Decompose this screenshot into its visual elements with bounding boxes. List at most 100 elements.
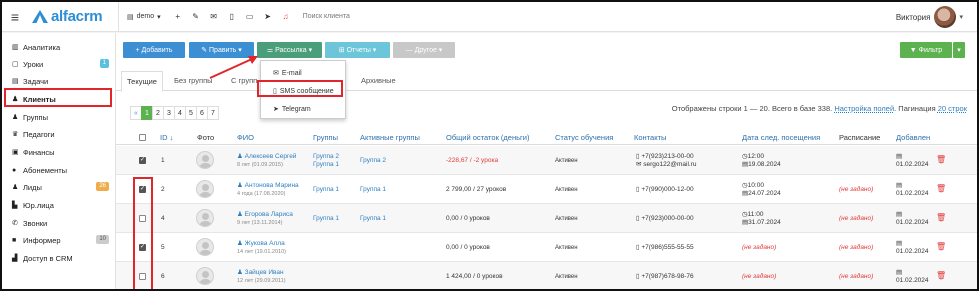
delete-icon[interactable]: 🗑: [936, 271, 946, 280]
table-row[interactable]: 1 ♟ Алексеев Сергей 8 лет (01.09.2015) Г…: [116, 146, 977, 175]
sidebar-item-crm-access[interactable]: ▟ Доступ в CRM: [12, 251, 112, 265]
tab-archive[interactable]: Архивные: [356, 71, 401, 91]
column-header-added[interactable]: Добавлен: [896, 130, 930, 145]
client-age: 12 лет (29.09.2011): [237, 278, 286, 284]
table-row[interactable]: 2 ♟ Антонова Марина 4 года (17.08.2020) …: [116, 175, 977, 204]
client-name-link[interactable]: ♟ Зайцев Иван: [237, 269, 284, 277]
sms-icon[interactable]: ▭: [241, 12, 259, 21]
active-group-link[interactable]: Группа 1: [360, 215, 386, 223]
delete-icon[interactable]: 🗑: [936, 184, 946, 193]
column-header-name[interactable]: ФИО: [237, 130, 254, 145]
client-name-link[interactable]: ♟ Егорова Лариса: [237, 211, 293, 219]
sidebar-item-subscriptions[interactable]: ● Абонементы: [12, 163, 112, 177]
filter-dropdown-button[interactable]: ▾: [953, 42, 965, 58]
other-button[interactable]: — Другое ▾: [393, 42, 455, 58]
client-photo[interactable]: [196, 267, 214, 285]
filter-button[interactable]: ▼ Фильтр: [900, 42, 952, 58]
column-header-contacts[interactable]: Контакты: [634, 130, 666, 145]
field-settings-link[interactable]: Настройка полей: [834, 104, 894, 113]
client-name-link[interactable]: ♟ Алексеев Сергей: [237, 153, 296, 161]
sidebar-item-label: Уроки: [23, 59, 44, 69]
client-id: 1: [161, 157, 165, 164]
clients-highlight-box: [4, 88, 112, 107]
add-button[interactable]: + Добавить: [123, 42, 185, 58]
client-name-link[interactable]: ♟ Антонова Марина: [237, 182, 299, 190]
sidebar-item-tasks[interactable]: ▤ Задачи: [12, 74, 112, 88]
column-header-balance[interactable]: Общий остаток (деньги): [446, 130, 529, 145]
phone-icon[interactable]: ▯: [223, 12, 241, 21]
mailing-button[interactable]: ⚌ Рассылка ▾: [257, 42, 322, 58]
table-row[interactable]: 5 ♟ Жукова Алла 14 лет (19.01.2010) 0,00…: [116, 233, 977, 262]
phone[interactable]: ▯ +7(987)678-98-76: [636, 273, 694, 281]
sidebar-item-informer[interactable]: ■ Информер 10: [12, 233, 112, 247]
client-photo[interactable]: [196, 209, 214, 227]
menu-item-label: Telegram: [281, 105, 311, 113]
client-photo[interactable]: [196, 180, 214, 198]
logo[interactable]: alfacrm: [32, 8, 118, 25]
active-group-link[interactable]: Группа 2: [360, 157, 386, 165]
client-photo[interactable]: [196, 238, 214, 256]
active-group-link[interactable]: Группа 1: [360, 186, 386, 194]
telegram-icon[interactable]: ➤: [259, 12, 277, 21]
client-photo[interactable]: [196, 151, 214, 169]
user-menu[interactable]: Виктория ▾: [896, 6, 963, 28]
delete-icon[interactable]: 🗑: [936, 213, 946, 222]
sidebar-item-lessons[interactable]: ▢ Уроки 1: [12, 57, 112, 71]
leads-badge: 26: [96, 182, 109, 191]
informer-icon: ■: [12, 236, 17, 244]
delete-icon[interactable]: 🗑: [936, 155, 946, 164]
table-row[interactable]: 6 ♟ Зайцев Иван 12 лет (29.09.2011) 1 42…: [116, 262, 977, 289]
client-search-input[interactable]: Поиск клиента: [303, 13, 350, 20]
sidebar-item-leads[interactable]: ♟ Лиды 26: [12, 180, 112, 194]
sidebar-item-teachers[interactable]: ♛ Педагоги: [12, 127, 112, 141]
page-button[interactable]: 7: [207, 106, 219, 120]
sidebar-item-groups[interactable]: ♟ Группы: [12, 110, 112, 124]
sidebar-item-label: Информер: [23, 235, 61, 245]
column-header-active-groups[interactable]: Активные группы: [360, 130, 420, 145]
sidebar-item-label: Абонементы: [23, 165, 68, 175]
phone[interactable]: ▯ +7(923)000-00-00: [636, 215, 694, 223]
reports-button[interactable]: ⊞ Отчеты ▾: [325, 42, 390, 58]
branch-selector[interactable]: ▤ demo ▾: [119, 13, 169, 21]
sidebar-item-label: Звонки: [23, 218, 48, 228]
hamburger-menu-icon[interactable]: ≡: [2, 9, 28, 25]
date-text: 31.07.2024: [748, 219, 781, 226]
delete-icon[interactable]: 🗑: [936, 242, 946, 251]
bell-icon[interactable]: ♫: [277, 12, 295, 21]
column-header-groups[interactable]: Группы: [313, 130, 338, 145]
group-link[interactable]: Группа 1: [313, 215, 339, 223]
email[interactable]: ✉ sergo122@mail.ru: [636, 161, 696, 169]
sidebar-item-calls[interactable]: ✆ Звонки: [12, 216, 112, 230]
phone[interactable]: ▯ +7(990)000-12-00: [636, 186, 694, 194]
tab-current[interactable]: Текущие: [121, 71, 163, 92]
column-header-next-visit[interactable]: Дата след. посещения: [742, 130, 820, 145]
rows-per-page-link[interactable]: 20 строк: [938, 104, 967, 113]
select-all-checkbox[interactable]: [139, 134, 146, 141]
sidebar-item-finance[interactable]: ▣ Финансы: [12, 145, 112, 159]
lessons-badge: 1: [99, 59, 109, 68]
plus-icon[interactable]: +: [169, 12, 187, 21]
mail-icon[interactable]: ✉: [205, 12, 223, 21]
sidebar-item-legal-entities[interactable]: ▙ Юр.лица: [12, 198, 112, 212]
row-checkbox[interactable]: [139, 156, 146, 164]
phone-text: +7(923)213-00-00: [641, 153, 694, 160]
group-link[interactable]: Группа 2: [313, 153, 339, 161]
column-header-id[interactable]: ID ↓: [160, 130, 173, 145]
menu-item-email[interactable]: ✉ E-mail: [261, 65, 347, 81]
phone[interactable]: ▯ +7(986)555-55-55: [636, 244, 694, 252]
table-row[interactable]: 4 ♟ Егорова Лариса 9 лет (13.11.2014) Гр…: [116, 204, 977, 233]
money-icon: ▣: [12, 149, 19, 156]
edit-icon[interactable]: ✎: [187, 12, 205, 21]
next-visit-time: ◷10:00: [742, 182, 764, 190]
phone[interactable]: ▯ +7(923)213-00-00: [636, 153, 694, 161]
menu-item-telegram[interactable]: ➤ Telegram: [261, 101, 347, 117]
client-name: Антонова Марина: [244, 182, 299, 189]
client-name-link[interactable]: ♟ Жукова Алла: [237, 240, 285, 248]
added-date: 01.02.2024: [896, 219, 929, 226]
sidebar-item-analytics[interactable]: ▥ Аналитика: [12, 40, 112, 54]
client-id: 5: [161, 244, 165, 251]
column-header-status[interactable]: Статус обучения: [555, 130, 613, 145]
group-link[interactable]: Группа 1: [313, 161, 339, 169]
group-link[interactable]: Группа 1: [313, 186, 339, 194]
chevron-down-icon: ▾: [957, 47, 961, 54]
